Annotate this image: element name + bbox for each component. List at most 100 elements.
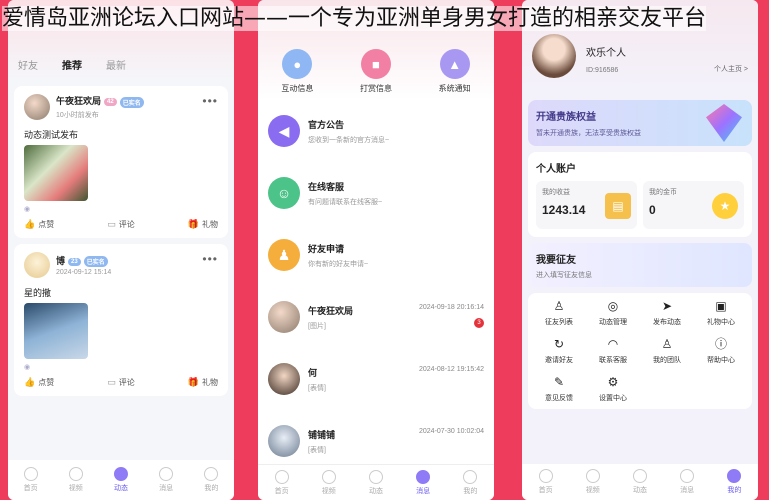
- verified-badge: 已实名: [119, 96, 144, 108]
- help-center-button[interactable]: ⓘ 帮助中心: [694, 337, 748, 365]
- post-text: 星的撒: [24, 288, 52, 298]
- my-team-button[interactable]: ♙ 我的团队: [640, 337, 694, 365]
- gift-center-button[interactable]: ▣ 礼物中心: [694, 299, 748, 327]
- find-friend-banner[interactable]: 我要征友 进入填写征友信息: [528, 243, 752, 287]
- nav-label: 首页: [538, 487, 553, 494]
- message-title: 官方公告: [308, 119, 345, 130]
- settings-button[interactable]: ⚙ 设置中心: [586, 375, 640, 403]
- nav-video[interactable]: 视频: [68, 467, 83, 493]
- feedback-button[interactable]: ✎ 意见反馈: [532, 375, 586, 403]
- gear-icon: ⚙: [607, 375, 619, 389]
- tab-recommend[interactable]: 推荐: [62, 57, 82, 72]
- message-row[interactable]: ◀ 官方公告 您收到一条新的官方消息~: [258, 100, 494, 162]
- profile-homepage-link[interactable]: 个人主页 >: [714, 64, 748, 74]
- grid-label: 发布动态: [653, 319, 681, 326]
- grid-label: 设置中心: [599, 395, 627, 402]
- contact-support-button[interactable]: ◠ 联系客服: [586, 337, 640, 365]
- bottom-nav: 首页 视频 动态 消息 我的: [8, 460, 234, 500]
- feed-screen: 好友 推荐 最新 午夜狂欢局 42 已实名 10小时前发布 ••• 动态测试发布 ◉…: [8, 0, 234, 500]
- nav-label: 消息: [680, 487, 695, 494]
- category-label: 互动信息: [281, 84, 314, 93]
- profile-name: 欢乐个人: [586, 48, 626, 59]
- avatar: [268, 301, 300, 333]
- chat-row[interactable]: 铺铺铺 [表情] 2024-07-30 10:02:04: [258, 410, 494, 472]
- like-button[interactable]: 👍 点赞: [24, 377, 54, 388]
- coins-tile[interactable]: 我的金币 0 ★: [643, 181, 744, 229]
- bottom-nav: 首页 视频 动态 消息 我的: [522, 464, 758, 500]
- avatar[interactable]: [24, 94, 50, 120]
- nav-moments[interactable]: 动态: [368, 469, 383, 496]
- nav-messages[interactable]: 消息: [416, 469, 431, 496]
- nav-me[interactable]: 我的: [727, 469, 742, 495]
- nav-me[interactable]: 我的: [204, 467, 219, 493]
- chat-time: 2024-07-30 10:02:04: [419, 428, 484, 435]
- nav-label: 首页: [23, 485, 38, 492]
- feed-post: 博 23 已实名 2024-09-12 15:14 ••• 星的撒 ◉ 👍 点赞 ▭ 评…: [14, 244, 228, 396]
- overlay-headline-text: 爱情岛亚洲论坛入口网站——一个专为亚洲单身男女打造的相亲交友平台: [2, 6, 707, 31]
- vip-banner[interactable]: 开通贵族权益 暂未开通贵族，无法享受贵族权益: [528, 100, 752, 146]
- gift-button[interactable]: 🎁 礼物: [188, 377, 218, 388]
- nav-label: 动态: [632, 487, 647, 494]
- nav-home[interactable]: 首页: [274, 469, 289, 496]
- nav-home[interactable]: 首页: [538, 469, 553, 495]
- friend-list-button[interactable]: ♙ 征友列表: [532, 299, 586, 327]
- nav-messages[interactable]: 消息: [680, 469, 695, 495]
- message-icon: [680, 469, 695, 483]
- gift-button[interactable]: 🎁 礼物: [188, 219, 218, 230]
- more-icon[interactable]: •••: [202, 252, 218, 266]
- chat-row[interactable]: 午夜狂欢局 [图片] 2024-09-18 20:16:14 3: [258, 286, 494, 348]
- account-title: 个人账户: [536, 164, 576, 175]
- chat-row[interactable]: 何 [表情] 2024-08-12 19:15:42: [258, 348, 494, 410]
- friend-subtitle: 进入填写征友信息: [536, 272, 592, 279]
- thumb-icon: 👍: [24, 377, 36, 387]
- nav-video[interactable]: 视频: [585, 469, 600, 495]
- nav-me[interactable]: 我的: [463, 469, 478, 496]
- reward-info-button[interactable]: ■ 打赏信息: [360, 49, 392, 94]
- gift-icon: ▣: [715, 299, 727, 313]
- nav-home[interactable]: 首页: [23, 467, 38, 493]
- system-notice-button[interactable]: ▲ 系统通知: [439, 49, 471, 94]
- post-image[interactable]: [24, 145, 88, 201]
- message-preview: 你有新的好友申请~: [308, 260, 369, 268]
- tab-latest[interactable]: 最新: [106, 57, 126, 72]
- message-title: 好友申请: [308, 243, 345, 254]
- income-tile[interactable]: 我的收益 1243.14 ▤: [536, 181, 637, 229]
- overlay-headline: 爱情岛亚洲论坛入口网站——一个专为亚洲单身男女打造的相亲交友平台: [2, 4, 767, 34]
- nav-moments[interactable]: 动态: [632, 469, 647, 495]
- feature-grid: ♙ 征友列表 ◎ 动态管理 ➤ 发布动态 ▣ 礼物中心 ↻ 邀请好友 ◠ 联系客服 ♙ 我的团…: [528, 293, 752, 409]
- location-icon: ◉: [24, 364, 31, 371]
- publish-moment-button[interactable]: ➤ 发布动态: [640, 299, 694, 327]
- message-row[interactable]: ♟ 好友申请你有新的好友申请~: [258, 224, 494, 286]
- video-icon: [585, 469, 600, 483]
- nav-label: 我的: [204, 485, 219, 492]
- user-add-icon: ♟: [268, 239, 300, 271]
- message-row[interactable]: ☺ 在线客服 有问题请联系在线客服~: [258, 162, 494, 224]
- nav-video[interactable]: 视频: [321, 469, 336, 496]
- nav-label: 首页: [274, 487, 289, 495]
- nav-moments[interactable]: 动态: [113, 467, 128, 493]
- chat-time: 2024-09-18 20:16:14: [419, 304, 484, 311]
- vip-subtitle: 暂未开通贵族，无法享受贵族权益: [536, 130, 641, 137]
- avatar[interactable]: [24, 252, 50, 278]
- tab-friends[interactable]: 好友: [18, 57, 38, 72]
- post-image[interactable]: [24, 303, 88, 359]
- more-icon[interactable]: •••: [202, 94, 218, 108]
- nav-label: 消息: [416, 487, 431, 495]
- invite-friends-button[interactable]: ↻ 邀请好友: [532, 337, 586, 365]
- avatar[interactable]: [532, 34, 576, 78]
- nav-label: 动态: [368, 487, 383, 495]
- home-icon: [274, 469, 289, 484]
- moments-manage-button[interactable]: ◎ 动态管理: [586, 299, 640, 327]
- like-button[interactable]: 👍 点赞: [24, 219, 54, 230]
- message-preview: 您收到一条新的官方消息~: [308, 136, 390, 144]
- nav-messages[interactable]: 消息: [159, 467, 174, 493]
- comment-button[interactable]: ▭ 评论: [107, 377, 135, 388]
- nav-label: 视频: [68, 485, 83, 492]
- comment-button[interactable]: ▭ 评论: [107, 219, 135, 230]
- gift-icon: 🎁: [187, 377, 199, 387]
- wallet-icon: ▤: [605, 193, 631, 219]
- grid-label: 帮助中心: [707, 357, 735, 364]
- post-author[interactable]: 午夜狂欢局 42 已实名: [56, 94, 144, 108]
- post-author[interactable]: 博 23 已实名: [56, 254, 111, 268]
- interaction-info-button[interactable]: ● 互动信息: [281, 49, 313, 94]
